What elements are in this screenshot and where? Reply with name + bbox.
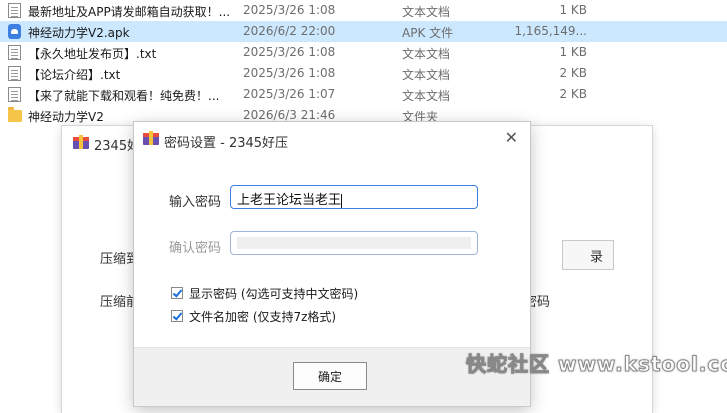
file-name: 【来了就能下载和观看！纯免费！... [28,89,220,103]
ok-button[interactable]: 确定 [293,362,367,390]
confirm-password-label: 确认密码 [169,241,222,256]
dialog-title: 密码设置 - 2345好压 [164,136,289,151]
file-type: 文本文档 [402,89,451,103]
ok-button-label: 确定 [317,369,342,384]
text-file-icon [8,3,21,18]
encrypt-filenames-checkbox[interactable] [171,310,183,322]
confirm-password-input[interactable] [230,231,478,255]
close-icon[interactable]: ✕ [505,128,518,147]
file-name: 最新地址及APP请发邮箱自动获取！... [28,5,231,19]
password-input-value: 上老王论坛当老王 [237,193,342,208]
encrypt-filenames-label: 文件名加密 (仅支持7z格式) [189,310,337,324]
file-date: 2025/3/26 1:08 [243,3,336,17]
file-name: 神经动力学V2.apk [28,26,130,40]
file-type: 文本文档 [402,5,451,19]
text-file-icon [8,45,21,60]
apk-file-icon [8,24,21,39]
show-password-checkbox[interactable] [171,287,183,299]
haozip-logo-icon [73,135,89,149]
file-name: 【论坛介绍】.txt [28,68,121,82]
file-size: 2 KB [559,66,587,80]
file-date: 2025/3/26 1:08 [243,66,336,80]
show-password-label: 显示密码 (勾选可支持中文密码) [189,287,359,301]
password-input[interactable]: 上老王论坛当老王 [230,185,478,209]
file-row[interactable]: 神经动力学V2.apk 2026/6/2 22:00 APK 文件 1,165,149… [0,21,727,42]
file-size: 1 KB [559,45,587,59]
browse-button[interactable]: 录 [562,240,614,270]
file-date: 2026/6/2 22:00 [243,24,336,38]
file-row[interactable]: 最新地址及APP请发邮箱自动获取！... 2025/3/26 1:08 文本文档 1 … [0,0,727,21]
folder-icon [8,107,22,122]
file-row[interactable]: 【永久地址发布页】.txt 2025/3/26 1:08 文本文档 1 KB [0,42,727,63]
file-type: APK 文件 [402,26,454,40]
file-name: 神经动力学V2 [28,110,104,124]
file-size: 1,165,149... [514,24,587,38]
file-date: 2025/3/26 1:08 [243,45,336,59]
file-row[interactable]: 【来了就能下载和观看！纯免费！... 2025/3/26 1:07 文本文档 2 KB [0,84,727,105]
file-row[interactable]: 【论坛介绍】.txt 2025/3/26 1:08 文本文档 2 KB [0,63,727,84]
file-size: 1 KB [559,3,587,17]
file-date: 2025/3/26 1:07 [243,87,336,101]
file-name: 【永久地址发布页】.txt [28,47,157,61]
text-file-icon [8,66,21,81]
watermark-text: 快蛇社区 www.kstool.cc [465,352,727,377]
browse-button-label: 录 [589,249,603,265]
haozip-logo-icon [143,131,159,145]
file-date: 2026/6/3 21:46 [243,108,336,122]
password-label: 输入密码 [169,195,222,210]
file-size: 2 KB [559,87,587,101]
file-type: 文本文档 [402,68,451,82]
file-type: 文本文档 [402,47,451,61]
text-file-icon [8,87,21,102]
